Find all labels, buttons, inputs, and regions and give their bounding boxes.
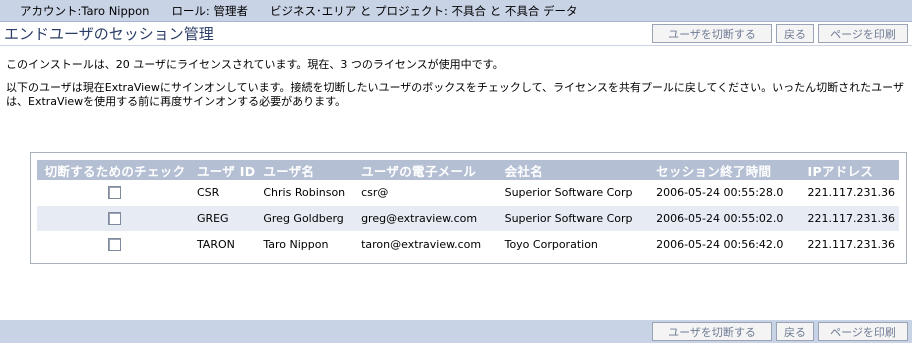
row-checkbox-cell xyxy=(37,231,193,258)
print-page-button[interactable]: ページを印刷 xyxy=(818,24,908,43)
cell-session-end: 2006-05-24 00:55:28.0 xyxy=(652,180,804,206)
header-buttons: ユーザを切断する 戻る ページを印刷 xyxy=(648,24,912,43)
column-header-session-end: セッション終了時間 xyxy=(652,160,804,180)
disconnect-checkbox[interactable] xyxy=(108,186,122,200)
cell-user-id: GREG xyxy=(192,205,260,232)
back-button[interactable]: 戻る xyxy=(776,322,814,341)
row-checkbox-cell xyxy=(37,180,193,206)
cell-user-name: Taro Nippon xyxy=(259,231,358,258)
disconnect-users-button[interactable]: ユーザを切断する xyxy=(652,322,772,341)
table-row: CSR Chris Robinson csr@ Superior Softwar… xyxy=(37,180,899,206)
cell-session-end: 2006-05-24 00:56:42.0 xyxy=(652,231,804,258)
column-header-ip: IPアドレス xyxy=(803,160,899,180)
column-header-user-id: ユーザ ID xyxy=(192,160,260,180)
cell-user-name: Greg Goldberg xyxy=(259,205,358,232)
sessions-table: 切断するためのチェック ユーザ ID ユーザ名 ユーザの電子メール 会社名 セッ… xyxy=(37,160,899,258)
cell-user-id: CSR xyxy=(192,180,260,206)
cell-email: csr@ xyxy=(357,180,501,206)
back-button[interactable]: 戻る xyxy=(776,24,814,43)
cell-session-end: 2006-05-24 00:55:02.0 xyxy=(652,205,804,232)
top-info-bar: アカウント:Taro Nippon ロール: 管理者 ビジネス･エリア と プロ… xyxy=(0,0,912,22)
disconnect-checkbox[interactable] xyxy=(108,212,122,226)
role-label: ロール: 管理者 xyxy=(171,3,248,18)
footer-bar: ユーザを切断する 戻る ページを印刷 xyxy=(0,320,912,343)
row-checkbox-cell xyxy=(37,205,193,232)
business-area-label: ビジネス･エリア と プロジェクト: 不具合 と 不具合 データ xyxy=(269,3,578,18)
cell-company: Toyo Corporation xyxy=(500,231,653,258)
cell-ip: 221.117.231.36 xyxy=(803,205,899,232)
disconnect-users-button[interactable]: ユーザを切断する xyxy=(652,24,772,43)
column-header-check: 切断するためのチェック xyxy=(37,160,193,180)
license-info-text: このインストールは、20 ユーザにライセンスされています。現在、3 つのライセン… xyxy=(6,58,504,71)
column-header-company: 会社名 xyxy=(500,160,653,180)
cell-company: Superior Software Corp xyxy=(500,205,653,232)
sessions-table-panel: 切断するためのチェック ユーザ ID ユーザ名 ユーザの電子メール 会社名 セッ… xyxy=(30,152,907,264)
account-label: アカウント:Taro Nippon xyxy=(20,3,150,18)
cell-company: Superior Software Corp xyxy=(500,180,653,206)
page-header: エンドユーザのセッション管理 ユーザを切断する 戻る ページを印刷 xyxy=(0,22,912,46)
disconnect-checkbox[interactable] xyxy=(108,238,122,252)
cell-ip: 221.117.231.36 xyxy=(803,231,899,258)
table-header-row: 切断するためのチェック ユーザ ID ユーザ名 ユーザの電子メール 会社名 セッ… xyxy=(37,160,899,180)
print-page-button[interactable]: ページを印刷 xyxy=(818,322,908,341)
column-header-email: ユーザの電子メール xyxy=(357,160,501,180)
page-title: エンドユーザのセッション管理 xyxy=(4,25,214,43)
table-row: GREG Greg Goldberg greg@extraview.com Su… xyxy=(37,205,899,232)
cell-ip: 221.117.231.36 xyxy=(803,180,899,206)
table-row: TARON Taro Nippon taron@extraview.com To… xyxy=(37,231,899,258)
cell-email: greg@extraview.com xyxy=(357,205,501,232)
footer-buttons: ユーザを切断する 戻る ページを印刷 xyxy=(648,322,912,341)
cell-user-name: Chris Robinson xyxy=(259,180,358,206)
cell-user-id: TARON xyxy=(192,231,260,258)
instructions-text: 以下のユーザは現在ExtraViewにサインオンしています。接続を切断したいユー… xyxy=(6,81,904,108)
main-content: このインストールは、20 ユーザにライセンスされています。現在、3 つのライセン… xyxy=(0,58,912,109)
column-header-user-name: ユーザ名 xyxy=(259,160,358,180)
cell-email: taron@extraview.com xyxy=(357,231,501,258)
